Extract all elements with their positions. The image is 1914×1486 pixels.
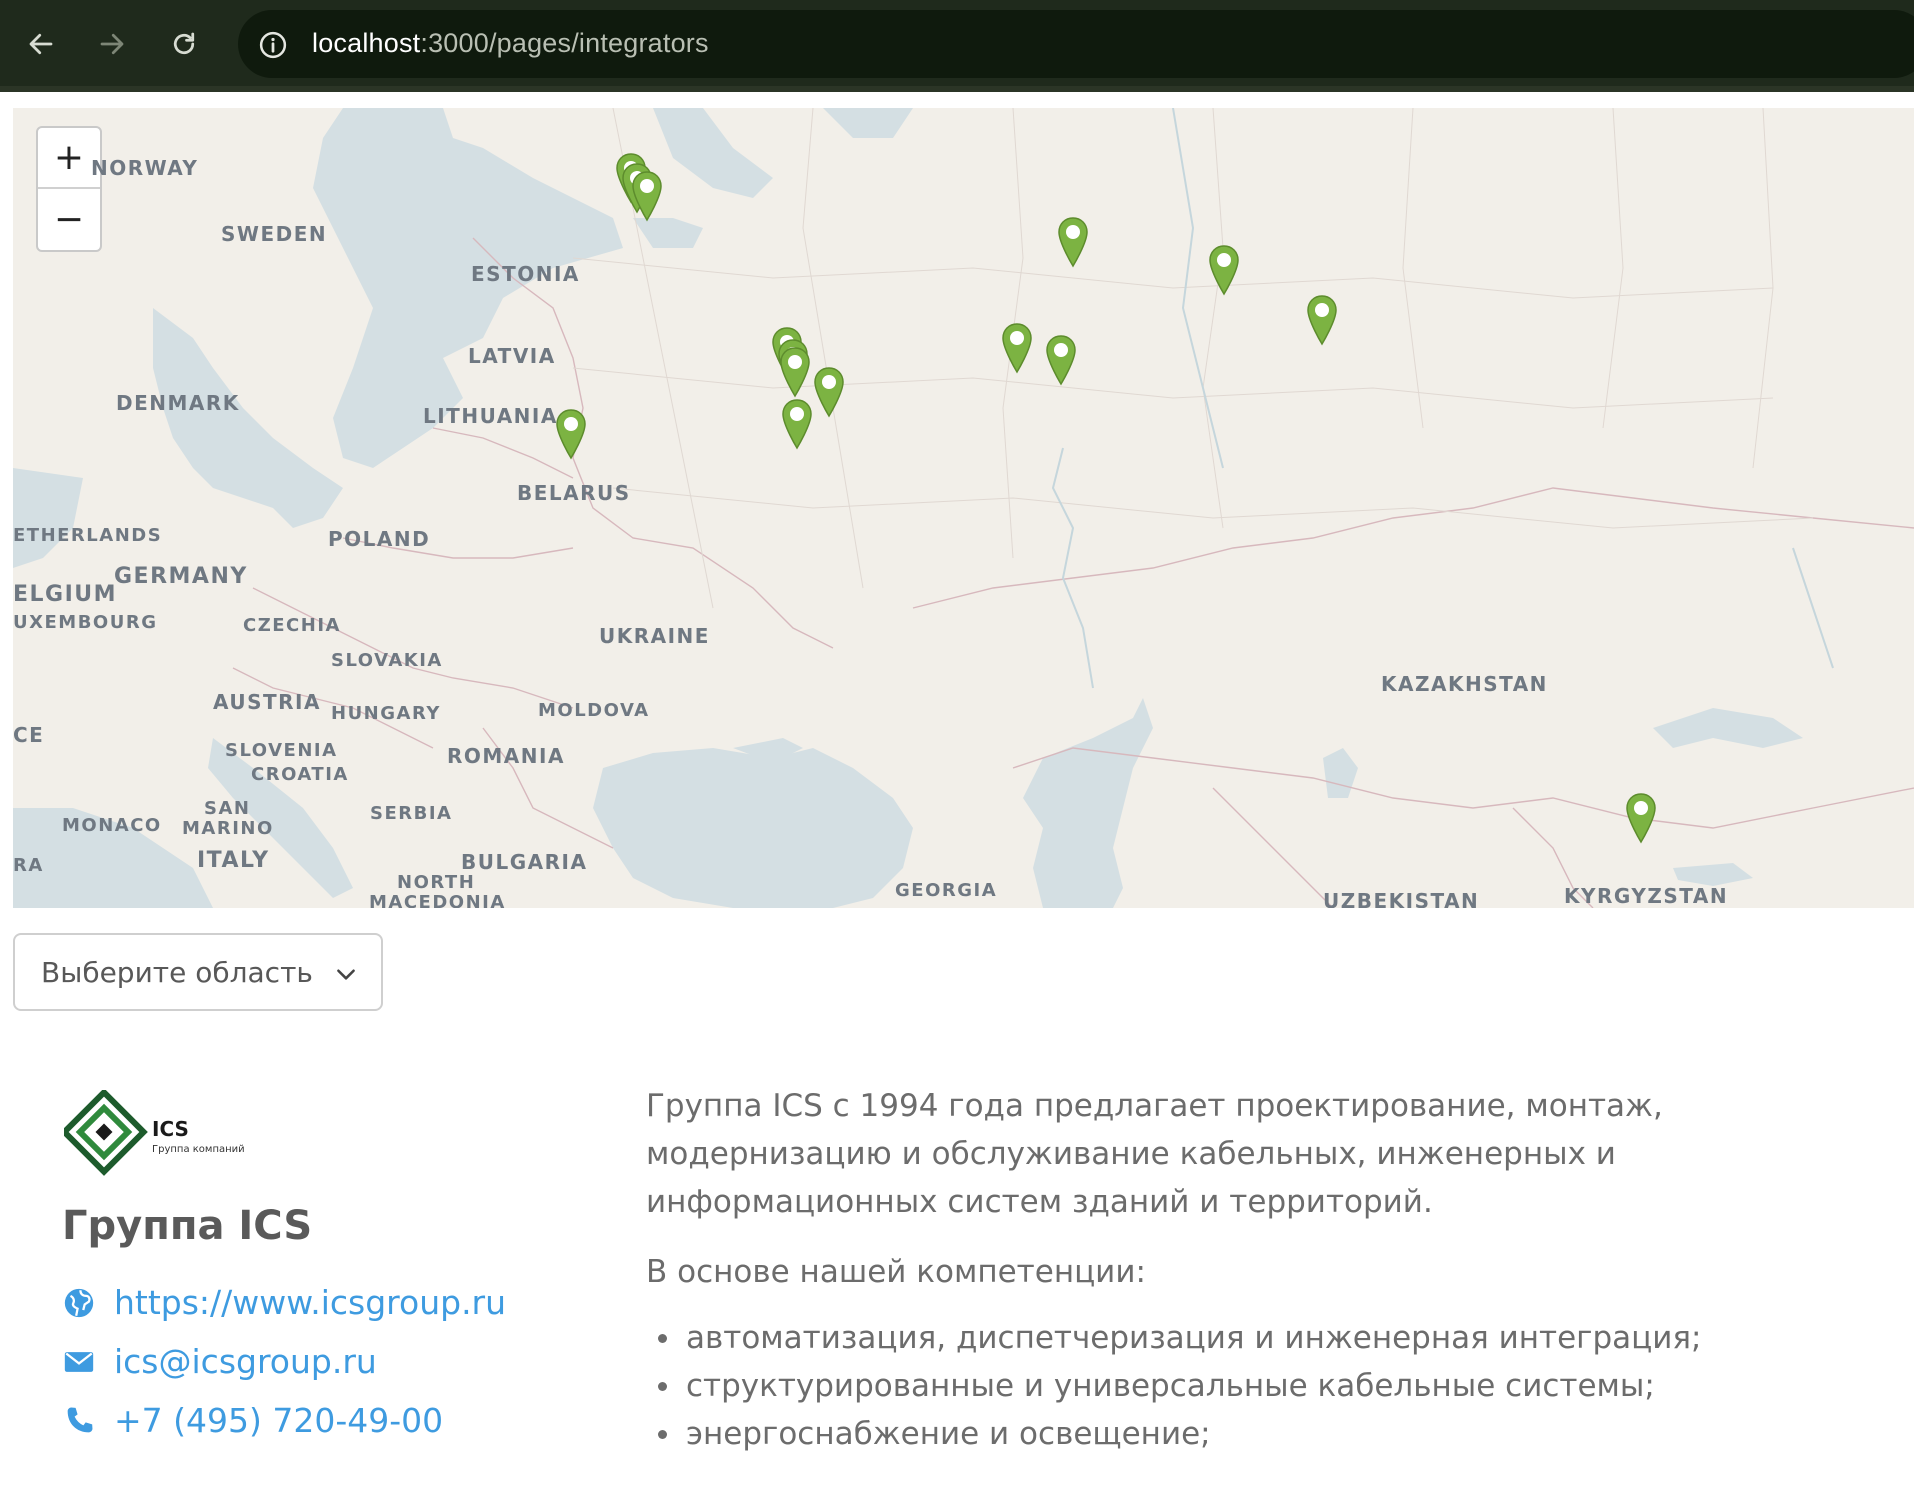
map-label-moldova: MOLDOVA (538, 700, 650, 721)
map-label-germany: GERMANY (114, 564, 248, 589)
map-label-luxembourg: UXEMBOURG (13, 612, 158, 633)
map-label-netherlands: ETHERLANDS (13, 525, 163, 546)
back-button[interactable] (17, 20, 65, 68)
forward-button[interactable] (88, 20, 136, 68)
region-select-value: Выберите область (41, 955, 313, 989)
globe-icon (62, 1286, 96, 1320)
map-marker[interactable] (1045, 334, 1077, 388)
zoom-control: + − (36, 126, 102, 252)
contact-website: https://www.icsgroup.ru (62, 1283, 506, 1322)
zoom-out-button[interactable]: − (38, 189, 100, 250)
address-bar[interactable]: localhost:3000/pages/integrators (238, 10, 1914, 78)
map-label-monaco: MONACO (62, 815, 162, 836)
map-marker[interactable] (631, 170, 663, 224)
map-label-belgium: ELGIUM (13, 582, 118, 607)
site-info-button[interactable] (254, 26, 292, 64)
reload-icon (173, 32, 195, 55)
list-item: энергоснабжение и освещение; (646, 1410, 1876, 1458)
map-label-ra: RA (13, 855, 44, 876)
map-label-lithuania: LITHUANIA (423, 404, 558, 428)
company-logo: ICS Группа компаний (64, 1090, 244, 1176)
map-label-norway: NORWAY (91, 156, 199, 180)
contact-phone: +7 (495) 720-49-00 (62, 1401, 443, 1440)
map-marker[interactable] (555, 408, 587, 462)
map-marker[interactable] (1306, 294, 1338, 348)
map-label-denmark: DENMARK (116, 391, 240, 415)
map-label-poland: POLAND (328, 527, 431, 551)
list-item: автоматизация, диспетчеризация и инженер… (646, 1314, 1876, 1362)
map-label-belarus: BELARUS (517, 481, 631, 505)
map-label-san: SAN (204, 798, 251, 819)
map-label-uzbekistan: UZBEKISTAN (1323, 889, 1480, 908)
list-item: структурированные и универсальные кабель… (646, 1362, 1876, 1410)
toolbar-divider (0, 86, 1914, 92)
reload-button[interactable] (160, 20, 208, 68)
map-label-marino: MARINO (182, 818, 274, 839)
contact-email: ics@icsgroup.ru (62, 1342, 377, 1381)
map-label-czechia: CZECHIA (243, 615, 341, 636)
map-label-north: NORTH (397, 872, 476, 893)
url-path: :3000/pages/integrators (420, 28, 709, 58)
map-label-italy: ITALY (197, 848, 270, 873)
phone-link[interactable]: +7 (495) 720-49-00 (114, 1401, 443, 1440)
competence-list: автоматизация, диспетчеризация и инженер… (646, 1314, 1876, 1458)
email-link[interactable]: ics@icsgroup.ru (114, 1342, 377, 1381)
map-label-serbia: SERBIA (370, 803, 453, 824)
description-intro: Группа ICS с 1994 года предлагает проект… (646, 1088, 1663, 1220)
info-icon (259, 31, 287, 59)
map-marker[interactable] (1208, 244, 1240, 298)
map-label-estonia: ESTONIA (471, 262, 580, 286)
map-label-france: CE (13, 723, 45, 747)
map-marker[interactable] (1057, 216, 1089, 270)
map-label-hungary: HUNGARY (331, 703, 441, 724)
url-text[interactable]: localhost:3000/pages/integrators (312, 28, 709, 59)
company-name: Группа ICS (62, 1203, 313, 1249)
map-label-slovenia: SLOVENIA (225, 740, 338, 761)
website-link[interactable]: https://www.icsgroup.ru (114, 1283, 506, 1322)
company-description: Группа ICS с 1994 года предлагает проект… (646, 1082, 1876, 1458)
integrators-map[interactable]: + − NORWAY SWEDEN ESTONIA LATVIA DENMARK… (13, 108, 1914, 908)
map-label-georgia: GEORGIA (895, 880, 998, 901)
region-select[interactable]: Выберите область (13, 933, 383, 1011)
map-label-kyrgyzstan: KYRGYZSTAN (1564, 884, 1729, 908)
map-label-bulgaria: BULGARIA (461, 850, 588, 874)
map-label-slovakia: SLOVAKIA (331, 650, 443, 671)
map-label-kazakhstan: KAZAKHSTAN (1381, 672, 1548, 696)
map-label-austria: AUSTRIA (213, 690, 321, 714)
phone-icon (62, 1404, 96, 1438)
chevron-down-icon (337, 969, 355, 980)
map-marker[interactable] (1001, 322, 1033, 376)
arrow-left-icon (29, 33, 53, 55)
map-marker[interactable] (781, 398, 813, 452)
map-label-macedonia: MACEDONIA (369, 892, 506, 909)
browser-toolbar: localhost:3000/pages/integrators (0, 0, 1914, 92)
arrow-right-icon (100, 33, 124, 55)
url-host: localhost (312, 28, 421, 58)
logo-subtitle: Группа компаний (152, 1144, 244, 1155)
map-label-croatia: CROATIA (251, 764, 349, 785)
map-label-latvia: LATVIA (468, 344, 556, 368)
map-label-ukraine: UKRAINE (599, 624, 710, 648)
competence-heading: В основе нашей компетенции: (646, 1254, 1146, 1290)
map-marker[interactable] (813, 366, 845, 420)
map-marker[interactable] (1625, 792, 1657, 846)
map-label-sweden: SWEDEN (221, 222, 328, 246)
map-label-romania: ROMANIA (447, 744, 565, 768)
logo-text: ICS (152, 1117, 189, 1141)
map-marker[interactable] (779, 346, 811, 400)
envelope-icon (62, 1345, 96, 1379)
